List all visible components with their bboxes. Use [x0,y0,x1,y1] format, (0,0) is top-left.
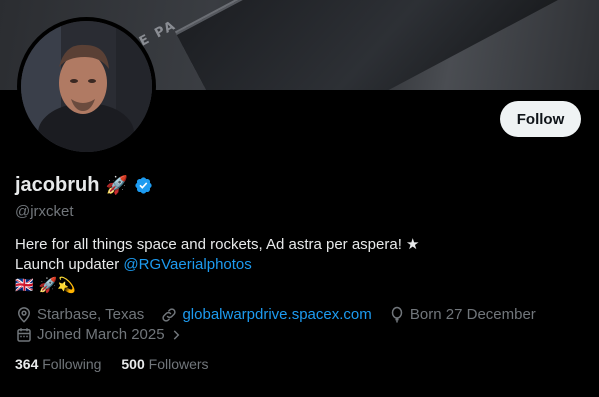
joined-item: Joined March 2025 [15,325,183,345]
joined-row: Joined March 2025 [15,325,195,345]
bio-emoji-line: 🇬🇧 🚀💫 [15,276,76,294]
bio-mention-link[interactable]: @RGVaerialphotos [123,256,251,273]
following-stat[interactable]: 364 Following [15,356,101,372]
rocket-emoji: 🚀 [105,175,128,196]
location-pin-icon [17,307,31,323]
follow-stats: 364 Following 500 Followers [15,356,209,372]
followers-stat[interactable]: 500 Followers [121,356,208,372]
joined-text: Joined March 2025 [37,326,165,343]
balloon-icon [391,306,403,323]
avatar[interactable] [17,17,156,156]
bio-line: Launch updater @RGVaerialphotos [15,255,575,275]
chevron-right-icon[interactable] [169,328,183,342]
verified-badge-icon[interactable] [134,176,153,195]
location-text: Starbase, Texas [37,306,145,323]
display-name: jacobruh [15,174,100,196]
name-row: jacobruh 🚀 [15,174,153,197]
website-item[interactable]: globalwarpdrive.spacex.com [160,305,372,325]
location-item: Starbase, Texas [15,305,144,325]
calendar-icon [17,328,31,342]
link-icon [162,308,177,322]
bio-line: Here for all things space and rockets, A… [15,236,420,253]
followers-count: 500 [121,356,145,372]
profile-handle: @jrxcket [15,203,74,220]
birthday-item: Born 27 December [388,305,536,325]
banner-plate [175,0,565,90]
profile-meta: Starbase, Texas globalwarpdrive.spacex.c… [15,305,585,343]
follow-button[interactable]: Follow [500,101,581,137]
birthday-text: Born 27 December [409,306,536,323]
following-count: 364 [15,356,39,372]
bio-text: Launch updater [15,256,124,273]
website-link[interactable]: globalwarpdrive.spacex.com [182,305,371,325]
avatar-portrait-icon [21,21,152,152]
followers-label: Followers [148,356,209,372]
profile-bio: Here for all things space and rockets, A… [15,235,575,295]
following-label: Following [42,356,102,372]
